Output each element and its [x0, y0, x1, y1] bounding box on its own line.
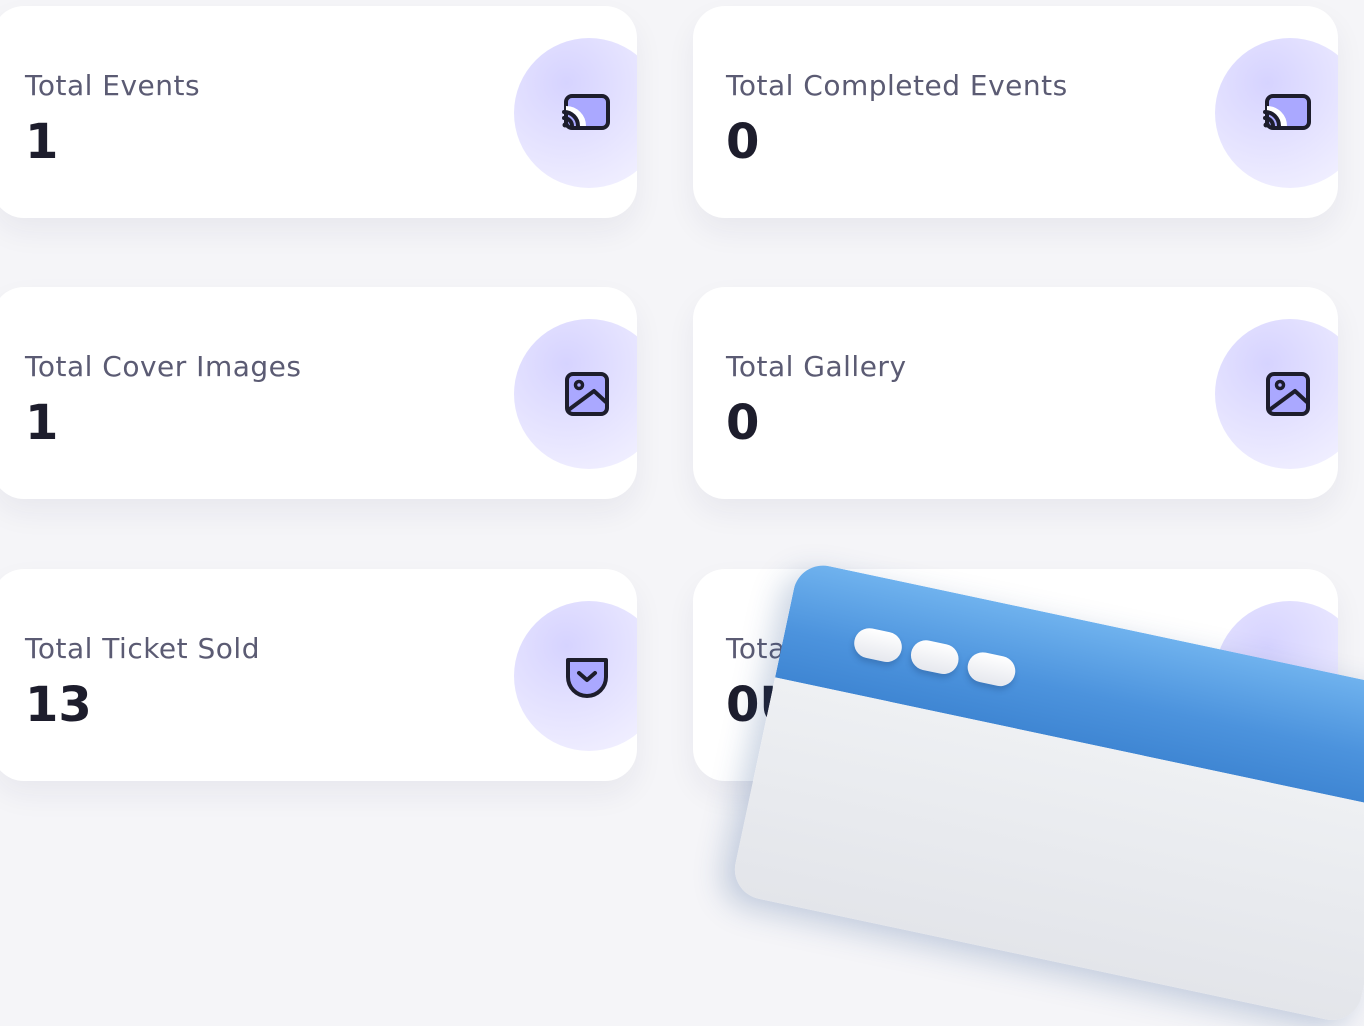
- stat-card-total-completed-events: Total Completed Events 0: [693, 6, 1338, 218]
- cast-icon: [562, 88, 612, 138]
- pocket-icon: [562, 651, 612, 701]
- card-value: 1: [25, 114, 59, 170]
- card-value: 1: [25, 395, 59, 451]
- image-icon: [1263, 369, 1313, 419]
- stat-card-total-cover-images: Total Cover Images 1: [0, 287, 637, 499]
- card-value: 0: [726, 114, 760, 170]
- card-label: Total Ticket Sold: [25, 632, 260, 665]
- card-label: Total Completed Events: [726, 69, 1068, 102]
- card-label: Total Events: [25, 69, 201, 102]
- stat-card-total-ticket-sold: Total Ticket Sold 13: [0, 569, 637, 781]
- stat-card-total-gallery: Total Gallery 0: [693, 287, 1338, 499]
- card-value: 0: [726, 395, 760, 451]
- cast-icon: [1263, 88, 1313, 138]
- image-icon: [562, 369, 612, 419]
- card-label: Total Gallery: [726, 350, 907, 383]
- card-value: 13: [25, 677, 92, 733]
- stat-card-total-events: Total Events 1: [0, 6, 637, 218]
- card-label: Total Cover Images: [25, 350, 302, 383]
